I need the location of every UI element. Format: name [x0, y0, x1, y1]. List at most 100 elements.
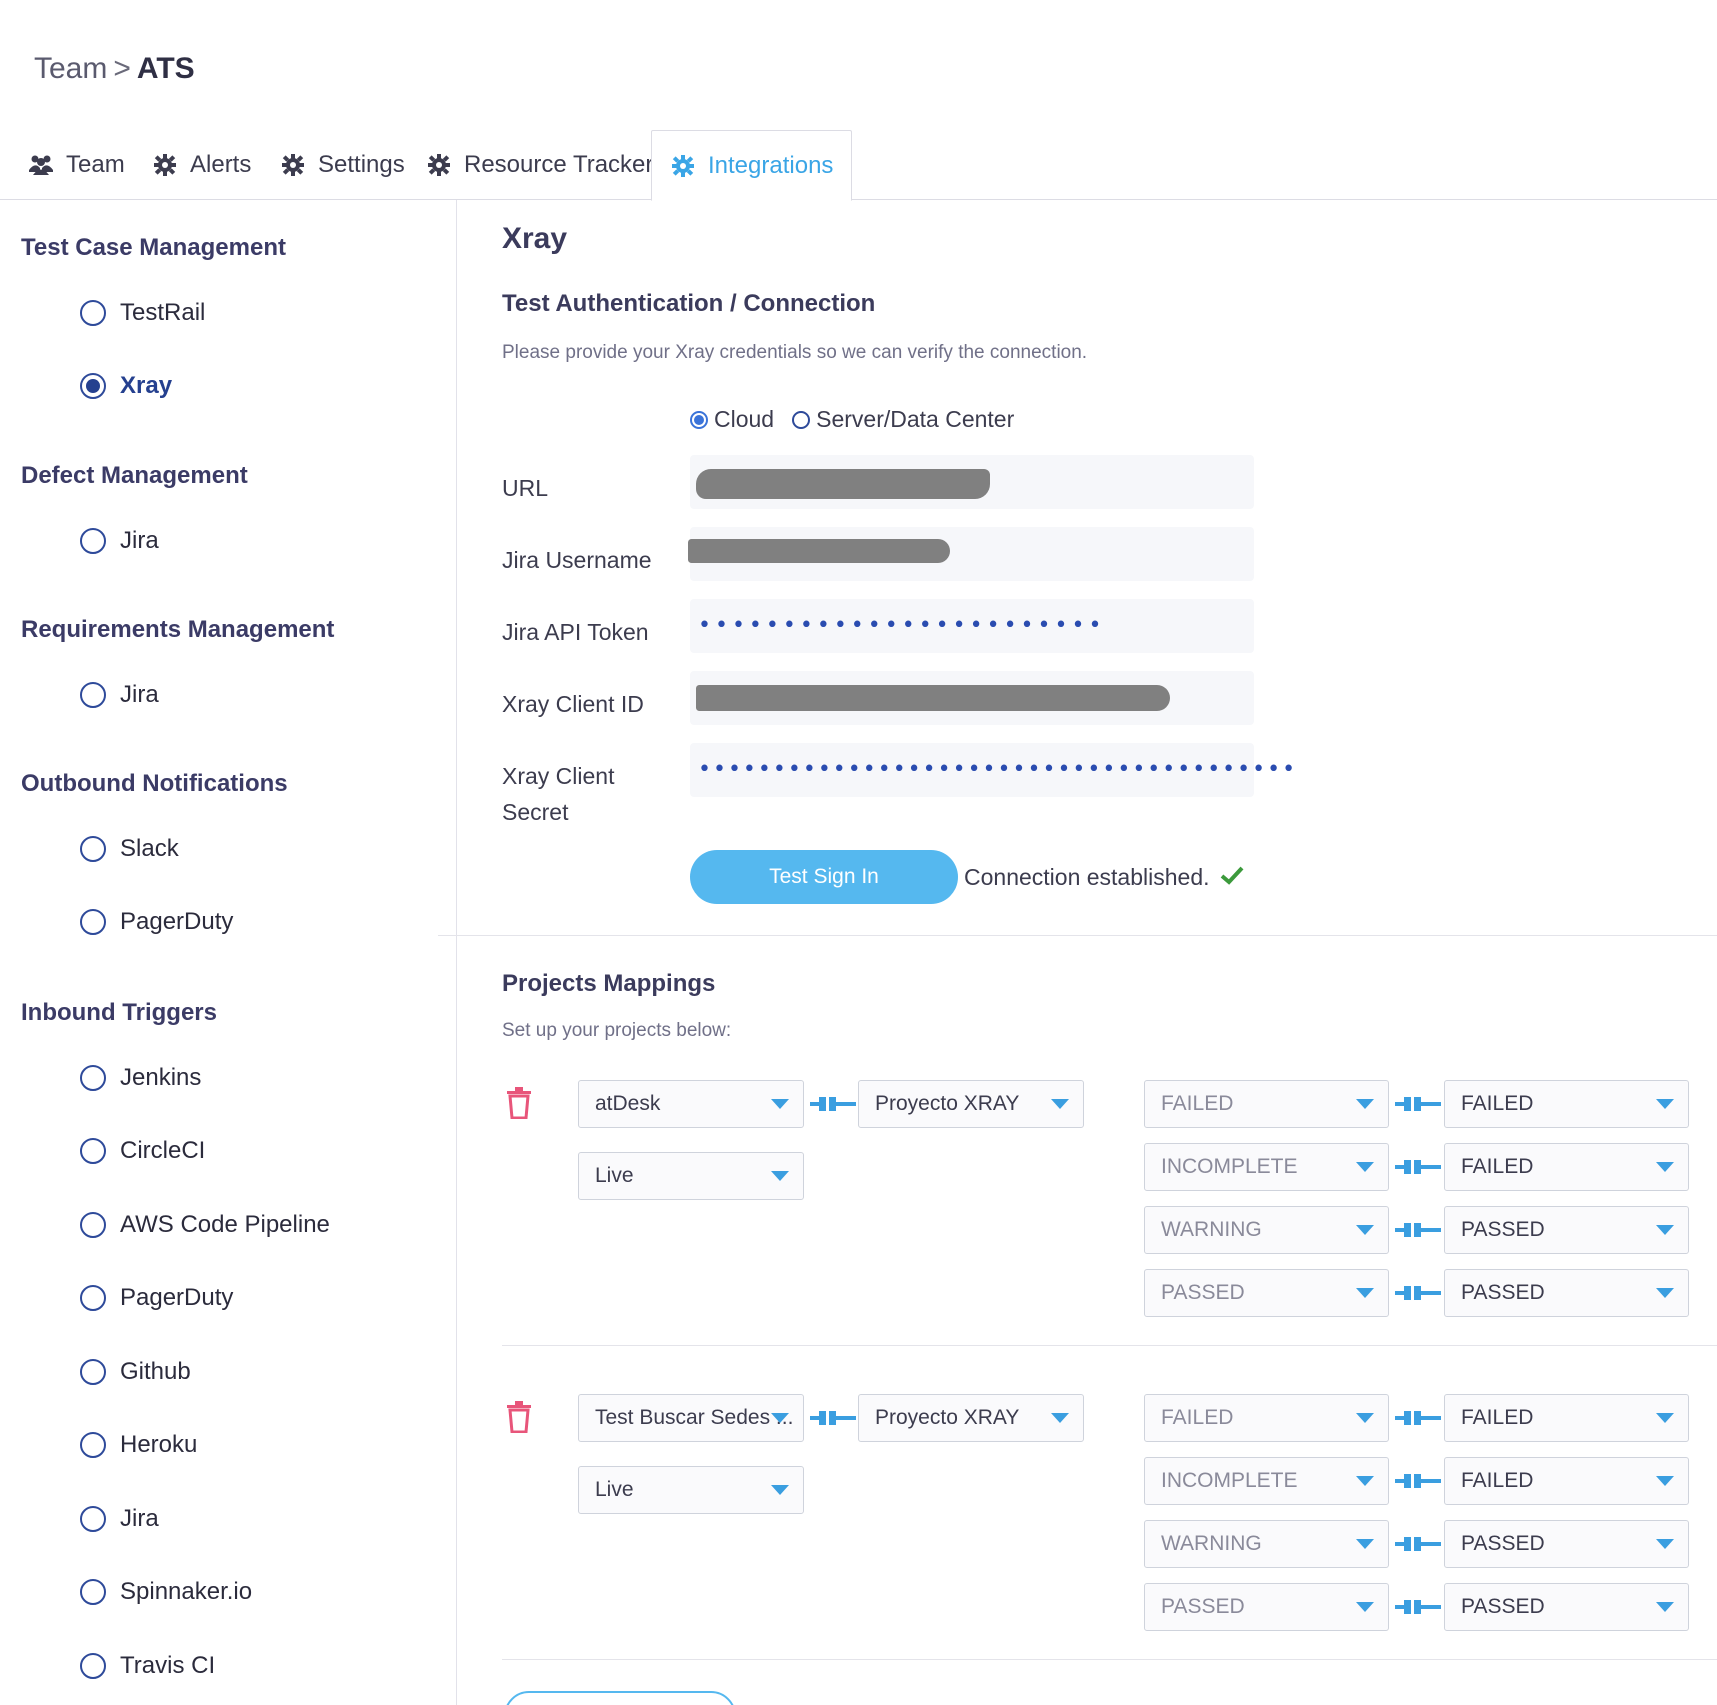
- source-project-select[interactable]: atDesk: [578, 1080, 804, 1128]
- radio-button[interactable]: [80, 1065, 106, 1091]
- add-mapping-button[interactable]: [504, 1691, 736, 1705]
- tab-alerts[interactable]: Alerts: [152, 130, 251, 200]
- source-project-select[interactable]: Test Buscar Sedes ...: [578, 1394, 804, 1442]
- tab-integrations[interactable]: Integrations: [651, 130, 853, 201]
- client-id-input[interactable]: [690, 671, 1254, 725]
- option-pagerduty-outbound[interactable]: PagerDuty: [80, 908, 233, 936]
- target-project-select[interactable]: Proyecto XRAY: [858, 1394, 1084, 1442]
- link-icon: [1395, 1534, 1441, 1554]
- url-input[interactable]: [690, 455, 1254, 509]
- radio-server-data-center[interactable]: [792, 410, 811, 429]
- gear-icon: [670, 153, 696, 179]
- tab-team[interactable]: Team: [28, 130, 125, 200]
- option-label: TestRail: [120, 299, 206, 326]
- tab-resource-tracker[interactable]: Resource Tracker: [426, 130, 653, 200]
- status-from-select[interactable]: WARNING: [1144, 1520, 1389, 1568]
- link-icon: [1395, 1094, 1441, 1114]
- select-value: Test Buscar Sedes ...: [595, 1406, 794, 1429]
- option-testrail[interactable]: TestRail: [80, 299, 205, 327]
- gear-icon: [280, 152, 306, 178]
- radio-button[interactable]: [80, 1506, 106, 1532]
- radio-button[interactable]: [80, 528, 106, 554]
- status-from-select[interactable]: FAILED: [1144, 1394, 1389, 1442]
- option-label: Jira: [120, 527, 159, 554]
- option-xray[interactable]: Xray: [80, 372, 172, 400]
- option-jenkins[interactable]: Jenkins: [80, 1064, 201, 1092]
- api-token-input[interactable]: ••••••••••••••••••••••••: [690, 599, 1254, 653]
- trash-icon[interactable]: [504, 1401, 538, 1435]
- select-value: FAILED: [1161, 1406, 1234, 1429]
- link-icon: [1395, 1471, 1441, 1491]
- radio-button[interactable]: [80, 836, 106, 862]
- option-label: AWS Code Pipeline: [120, 1211, 330, 1238]
- trash-icon[interactable]: [504, 1087, 538, 1121]
- radio-button[interactable]: [80, 909, 106, 935]
- status-to-select[interactable]: FAILED: [1444, 1457, 1689, 1505]
- option-heroku[interactable]: Heroku: [80, 1431, 197, 1459]
- radio-button[interactable]: [80, 1212, 106, 1238]
- status-from-select[interactable]: PASSED: [1144, 1269, 1389, 1317]
- radio-button[interactable]: [80, 1432, 106, 1458]
- option-label: Jira: [120, 1505, 159, 1532]
- status-from-select[interactable]: FAILED: [1144, 1080, 1389, 1128]
- gear-icon: [426, 152, 452, 178]
- client-id-label: Xray Client ID: [502, 691, 644, 717]
- breadcrumb-parent[interactable]: Team: [34, 52, 107, 85]
- source-environment-select[interactable]: Live: [578, 1152, 804, 1200]
- radio-button[interactable]: [80, 1359, 106, 1385]
- chevron-down-icon: [1356, 1413, 1374, 1423]
- status-from-select[interactable]: WARNING: [1144, 1206, 1389, 1254]
- chevron-down-icon: [771, 1413, 789, 1423]
- status-to-select[interactable]: FAILED: [1444, 1143, 1689, 1191]
- option-jira-inbound[interactable]: Jira: [80, 1505, 159, 1533]
- tab-settings[interactable]: Settings: [280, 130, 405, 200]
- link-icon: [1395, 1283, 1441, 1303]
- target-project-select[interactable]: Proyecto XRAY: [858, 1080, 1084, 1128]
- status-to-select[interactable]: FAILED: [1444, 1394, 1689, 1442]
- option-label: Github: [120, 1358, 191, 1385]
- option-travis-ci[interactable]: Travis CI: [80, 1652, 215, 1680]
- check-icon: [1220, 865, 1244, 891]
- radio-button[interactable]: [80, 1285, 106, 1311]
- chevron-down-icon: [1656, 1476, 1674, 1486]
- chevron-down-icon: [1656, 1602, 1674, 1612]
- chevron-down-icon: [1656, 1288, 1674, 1298]
- client-secret-label-line-1: Xray Client: [502, 763, 615, 789]
- radio-cloud[interactable]: [690, 410, 708, 429]
- radio-button[interactable]: [80, 682, 106, 708]
- status-from-select[interactable]: PASSED: [1144, 1583, 1389, 1631]
- option-pagerduty-inbound[interactable]: PagerDuty: [80, 1284, 233, 1312]
- status-to-select[interactable]: PASSED: [1444, 1520, 1689, 1568]
- option-jira-defect[interactable]: Jira: [80, 527, 159, 555]
- radio-button[interactable]: [80, 1138, 106, 1164]
- option-label: CircleCI: [120, 1137, 206, 1164]
- option-slack[interactable]: Slack: [80, 835, 179, 863]
- tab-label: Resource Tracker: [464, 151, 654, 178]
- status-to-select[interactable]: PASSED: [1444, 1206, 1689, 1254]
- status-to-select[interactable]: PASSED: [1444, 1583, 1689, 1631]
- status-to-select[interactable]: PASSED: [1444, 1269, 1689, 1317]
- option-github[interactable]: Github: [80, 1358, 191, 1386]
- radio-button[interactable]: [80, 1653, 106, 1679]
- client-secret-input[interactable]: ••••••••••••••••••••••••••••••••••••••••: [690, 743, 1295, 797]
- chevron-down-icon: [1356, 1162, 1374, 1172]
- username-input[interactable]: [688, 527, 1254, 581]
- source-environment-select[interactable]: Live: [578, 1466, 804, 1514]
- status-from-select[interactable]: INCOMPLETE: [1144, 1143, 1389, 1191]
- select-value: atDesk: [595, 1092, 661, 1115]
- status-to-select[interactable]: FAILED: [1444, 1080, 1689, 1128]
- status-from-select[interactable]: INCOMPLETE: [1144, 1457, 1389, 1505]
- option-aws-code-pipeline[interactable]: AWS Code Pipeline: [80, 1211, 330, 1239]
- option-spinnaker[interactable]: Spinnaker.io: [80, 1578, 252, 1606]
- chevron-down-icon: [771, 1485, 789, 1495]
- link-icon: [1395, 1597, 1441, 1617]
- username-label: Jira Username: [502, 547, 652, 573]
- test-sign-in-button[interactable]: Test Sign In: [690, 850, 958, 904]
- option-circleci[interactable]: CircleCI: [80, 1137, 205, 1165]
- select-value: INCOMPLETE: [1161, 1155, 1298, 1178]
- option-jira-requirements[interactable]: Jira: [80, 681, 159, 709]
- radio-button[interactable]: [80, 300, 106, 326]
- radio-button[interactable]: [80, 1579, 106, 1605]
- radio-button-checked[interactable]: [80, 373, 106, 399]
- group-title-requirements-management: Requirements Management: [21, 616, 335, 643]
